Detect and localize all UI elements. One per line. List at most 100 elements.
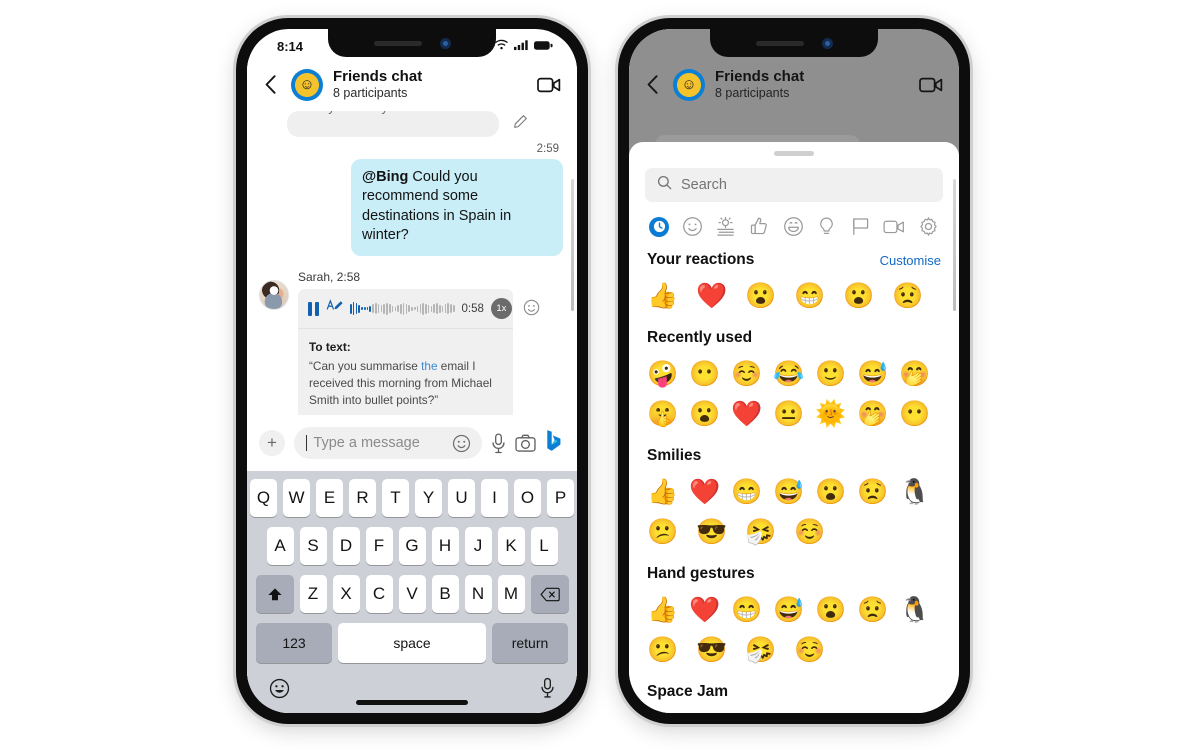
- emoji-button[interactable]: ❤️: [689, 591, 731, 629]
- emoji-button[interactable]: 🤭: [857, 395, 899, 433]
- avatar[interactable]: ☺: [291, 68, 323, 101]
- emoji-button[interactable]: 😎: [696, 631, 745, 669]
- key-x[interactable]: X: [332, 575, 360, 613]
- emoji-button[interactable]: 🤧: [745, 631, 794, 669]
- key-l[interactable]: L: [530, 527, 558, 565]
- video-call-icon[interactable]: [919, 76, 943, 94]
- key-return[interactable]: return: [492, 623, 568, 663]
- emoji-icon[interactable]: [452, 434, 471, 453]
- key-q[interactable]: Q: [250, 479, 277, 517]
- emoji-button[interactable]: 😟: [857, 473, 899, 511]
- emoji-button[interactable]: 😟: [892, 277, 941, 315]
- search-input[interactable]: Search: [645, 168, 943, 202]
- emoji-button[interactable]: ❤️: [731, 395, 773, 433]
- key-r[interactable]: R: [349, 479, 376, 517]
- emoji-button[interactable]: 😅: [857, 355, 899, 393]
- avatar[interactable]: [259, 280, 289, 311]
- key-i[interactable]: I: [481, 479, 508, 517]
- key-h[interactable]: H: [431, 527, 459, 565]
- key-e[interactable]: E: [316, 479, 343, 517]
- camera-icon[interactable]: [515, 434, 536, 452]
- settings-tab[interactable]: [918, 216, 939, 237]
- bing-icon[interactable]: [545, 429, 563, 457]
- add-reaction-icon[interactable]: [523, 299, 540, 321]
- customise-link[interactable]: Customise: [880, 253, 941, 268]
- emoji-button[interactable]: 🤫: [647, 395, 689, 433]
- key-d[interactable]: D: [332, 527, 360, 565]
- back-chevron-icon[interactable]: [641, 75, 663, 94]
- emoji-button[interactable]: 😅: [773, 591, 815, 629]
- key-b[interactable]: B: [431, 575, 459, 613]
- key-s[interactable]: S: [299, 527, 327, 565]
- hand-gestures-tab[interactable]: [749, 216, 770, 237]
- objects-tab[interactable]: [816, 216, 837, 237]
- key-space[interactable]: space: [338, 623, 486, 663]
- emoji-button[interactable]: 🐧: [899, 473, 941, 511]
- emoji-button[interactable]: 😮: [815, 473, 857, 511]
- emoji-button[interactable]: 😂: [773, 355, 815, 393]
- emoji-button[interactable]: 😁: [731, 473, 773, 511]
- emoji-button[interactable]: 😐: [773, 395, 815, 433]
- key-t[interactable]: T: [382, 479, 409, 517]
- emoji-sheet-scrollbar[interactable]: [953, 179, 956, 311]
- key-v[interactable]: V: [398, 575, 426, 613]
- key-o[interactable]: O: [514, 479, 541, 517]
- emoji-button[interactable]: ❤️: [689, 473, 731, 511]
- drag-handle[interactable]: [774, 151, 814, 156]
- shift-icon[interactable]: [255, 575, 294, 613]
- video-call-icon[interactable]: [537, 76, 561, 94]
- emoji-button[interactable]: 😎: [696, 513, 745, 551]
- key-f[interactable]: F: [365, 527, 393, 565]
- bing-mention[interactable]: @Bing: [362, 169, 408, 185]
- key-g[interactable]: G: [398, 527, 426, 565]
- emoji-button[interactable]: 😟: [857, 591, 899, 629]
- emoji-button[interactable]: 😮: [815, 591, 857, 629]
- key-z[interactable]: Z: [299, 575, 327, 613]
- emoji-button[interactable]: 🤪: [647, 355, 689, 393]
- people-tab[interactable]: [783, 216, 804, 237]
- key-u[interactable]: U: [448, 479, 475, 517]
- emoji-button[interactable]: 😅: [773, 473, 815, 511]
- key-a[interactable]: A: [266, 527, 294, 565]
- emoji-button[interactable]: ☺️: [794, 631, 843, 669]
- pause-icon[interactable]: [308, 301, 319, 316]
- transcript-highlight[interactable]: the: [421, 359, 437, 373]
- key-y[interactable]: Y: [415, 479, 442, 517]
- avatar[interactable]: ☺: [673, 68, 705, 101]
- playback-speed-button[interactable]: 1x: [490, 298, 512, 320]
- incoming-bubble-partial[interactable]: Today is sunny!: [287, 111, 499, 137]
- key-n[interactable]: N: [464, 575, 492, 613]
- emoji-button[interactable]: 😮: [745, 277, 794, 315]
- chat-scrollbar[interactable]: [571, 179, 574, 311]
- nature-tab[interactable]: [715, 216, 736, 237]
- voice-message-card[interactable]: 0:58 1x To text: “Can you summarise the …: [298, 289, 513, 424]
- emoji-button[interactable]: 🤧: [745, 513, 794, 551]
- emoji-button[interactable]: ☺️: [731, 355, 773, 393]
- emoji-button[interactable]: 😕: [647, 513, 696, 551]
- key-p[interactable]: P: [547, 479, 574, 517]
- key-w[interactable]: W: [283, 479, 310, 517]
- key-123[interactable]: 123: [256, 623, 332, 663]
- add-attachment-button[interactable]: +: [259, 430, 285, 456]
- emoji-button[interactable]: 👍: [647, 277, 696, 315]
- keyboard-emoji-icon[interactable]: [269, 678, 290, 704]
- key-c[interactable]: C: [365, 575, 393, 613]
- emoji-button[interactable]: 😁: [794, 277, 843, 315]
- emoji-button[interactable]: 🙂: [815, 355, 857, 393]
- audio-waveform[interactable]: [350, 301, 455, 317]
- outgoing-bubble[interactable]: @Bing Could you recommend some destinati…: [351, 159, 563, 257]
- message-input[interactable]: Type a message: [294, 427, 482, 459]
- key-m[interactable]: M: [497, 575, 525, 613]
- emoji-button[interactable]: ☺️: [794, 513, 843, 551]
- emoji-button[interactable]: 👍: [647, 473, 689, 511]
- keyboard-microphone-icon[interactable]: [540, 677, 555, 704]
- smileys-tab[interactable]: [682, 216, 703, 237]
- back-chevron-icon[interactable]: [259, 75, 281, 94]
- pencil-icon[interactable]: [513, 114, 528, 134]
- emoji-button[interactable]: ❤️: [696, 277, 745, 315]
- backspace-icon[interactable]: [530, 575, 569, 613]
- emoji-button[interactable]: 🐧: [899, 591, 941, 629]
- on-screen-keyboard[interactable]: QWERTYUIOP ASDFGHJKL ZXCVBNM 123 space r…: [247, 471, 577, 713]
- emoji-button[interactable]: 🤭: [899, 355, 941, 393]
- emoji-picker-sheet[interactable]: Search Your reactions Customise 👍 ❤️ 😮 😁 😮 😟 Rec…: [629, 142, 959, 713]
